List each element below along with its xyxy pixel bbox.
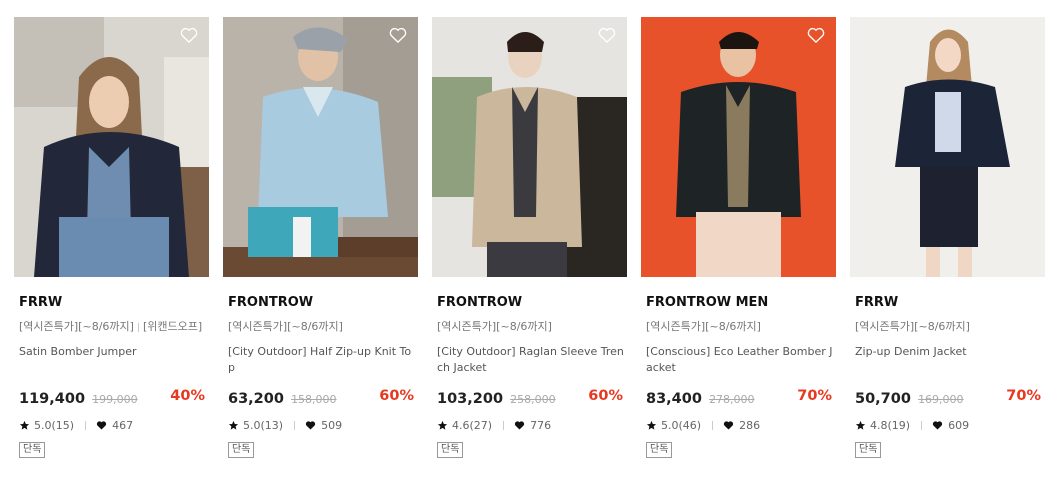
heart-filled-icon <box>932 421 943 430</box>
price-row: 50,700 169,000 70% <box>855 388 1045 407</box>
promo-tag: [역시즌특가][~8/6까지] <box>855 320 970 333</box>
exclusive-badge: 단독 <box>19 442 46 458</box>
product-card[interactable]: FRONTROW [역시즌특가][~8/6까지] [City Outdoor] … <box>223 17 418 458</box>
meta-divider <box>921 420 923 430</box>
star-icon <box>437 420 448 430</box>
likes-count: 286 <box>739 418 761 432</box>
discount-rate: 60% <box>379 388 414 404</box>
meta-divider <box>85 420 87 430</box>
product-photo <box>223 17 418 277</box>
product-photo <box>432 17 627 277</box>
original-price: 169,000 <box>918 393 964 406</box>
product-image[interactable] <box>432 17 627 277</box>
meta-divider <box>503 420 505 430</box>
original-price: 199,000 <box>92 393 138 406</box>
review-meta: 4.8(19) 609 <box>855 418 1045 432</box>
price-row: 83,400 278,000 70% <box>646 388 836 407</box>
meta-divider <box>294 420 296 430</box>
heart-filled-icon <box>305 421 316 430</box>
product-image[interactable] <box>850 17 1045 277</box>
product-name[interactable]: [City Outdoor] Raglan Sleeve Trench Jack… <box>437 344 625 378</box>
rating-value: 5.0(13) <box>243 418 284 432</box>
review-meta: 5.0(46) 286 <box>646 418 836 432</box>
exclusive-badge: 단독 <box>437 442 464 458</box>
star-icon <box>855 420 866 430</box>
promo-tags: [역시즌특가][~8/6까지] | [위캔드오프] <box>19 320 209 334</box>
product-image[interactable] <box>641 17 836 277</box>
discount-rate: 60% <box>588 388 623 404</box>
heart-filled-icon <box>723 421 734 430</box>
exclusive-badge: 단독 <box>228 442 255 458</box>
original-price: 158,000 <box>291 393 337 406</box>
star-icon <box>646 420 657 430</box>
rating-value: 5.0(15) <box>34 418 75 432</box>
promo-tag: [역시즌특가][~8/6까지] <box>19 320 134 333</box>
rating-value: 4.6(27) <box>452 418 493 432</box>
heart-outline-icon[interactable] <box>388 25 408 45</box>
review-meta: 5.0(15) 467 <box>19 418 209 432</box>
discount-rate: 70% <box>1006 388 1041 404</box>
price-row: 119,400 199,000 40% <box>19 388 209 407</box>
rating-value: 4.8(19) <box>870 418 911 432</box>
rating-value: 5.0(46) <box>661 418 702 432</box>
promo-tag: [역시즌특가][~8/6까지] <box>646 320 761 333</box>
sale-price: 63,200 <box>228 391 284 407</box>
product-name[interactable]: [Conscious] Eco Leather Bomber Jacket <box>646 344 834 378</box>
original-price: 278,000 <box>709 393 755 406</box>
product-grid: FRRW [역시즌특가][~8/6까지] | [위캔드오프] Satin Bombe… <box>0 0 1062 495</box>
exclusive-badge: 단독 <box>646 442 673 458</box>
product-card[interactable]: FRONTROW MEN [역시즌특가][~8/6까지] [Conscious]… <box>641 17 836 458</box>
promo-tag: [역시즌특가][~8/6까지] <box>228 320 343 333</box>
product-card[interactable]: FRRW [역시즌특가][~8/6까지] Zip-up Denim Jacket… <box>850 17 1045 458</box>
promo-tags: [역시즌특가][~8/6까지] <box>646 320 836 334</box>
discount-rate: 70% <box>797 388 832 404</box>
sale-price: 103,200 <box>437 391 504 407</box>
product-name[interactable]: Satin Bomber Jumper <box>19 344 207 378</box>
product-photo <box>641 17 836 277</box>
likes-count: 467 <box>112 418 134 432</box>
likes-count: 609 <box>948 418 970 432</box>
promo-tags: [역시즌특가][~8/6까지] <box>437 320 627 334</box>
review-meta: 4.6(27) 776 <box>437 418 627 432</box>
product-card[interactable]: FRONTROW [역시즌특가][~8/6까지] [City Outdoor] … <box>432 17 627 458</box>
promo-separator: | <box>136 323 140 333</box>
promo-tag: [역시즌특가][~8/6까지] <box>437 320 552 333</box>
heart-outline-icon[interactable] <box>806 25 826 45</box>
brand-name[interactable]: FRRW <box>855 295 1045 311</box>
product-name[interactable]: [City Outdoor] Half Zip-up Knit Top <box>228 344 416 378</box>
product-photo <box>850 17 1045 277</box>
heart-outline-icon[interactable] <box>597 25 617 45</box>
heart-filled-icon <box>514 421 525 430</box>
sale-price: 50,700 <box>855 391 911 407</box>
brand-name[interactable]: FRONTROW <box>437 295 627 311</box>
product-image[interactable] <box>14 17 209 277</box>
price-row: 103,200 258,000 60% <box>437 388 627 407</box>
star-icon <box>19 420 30 430</box>
original-price: 258,000 <box>510 393 556 406</box>
sale-price: 83,400 <box>646 391 702 407</box>
product-image[interactable] <box>223 17 418 277</box>
heart-filled-icon <box>96 421 107 430</box>
promo-tags: [역시즌특가][~8/6까지] <box>228 320 418 334</box>
exclusive-badge: 단독 <box>855 442 882 458</box>
brand-name[interactable]: FRONTROW MEN <box>646 295 836 311</box>
promo-tag-extra: [위캔드오프] <box>142 320 203 333</box>
promo-tags: [역시즌특가][~8/6까지] <box>855 320 1045 334</box>
likes-count: 776 <box>530 418 552 432</box>
price-row: 63,200 158,000 60% <box>228 388 418 407</box>
brand-name[interactable]: FRONTROW <box>228 295 418 311</box>
discount-rate: 40% <box>170 388 205 404</box>
sale-price: 119,400 <box>19 391 86 407</box>
star-icon <box>228 420 239 430</box>
product-photo <box>14 17 209 277</box>
heart-outline-icon[interactable] <box>179 25 199 45</box>
brand-name[interactable]: FRRW <box>19 295 209 311</box>
meta-divider <box>712 420 714 430</box>
product-name[interactable]: Zip-up Denim Jacket <box>855 344 1043 378</box>
product-card[interactable]: FRRW [역시즌특가][~8/6까지] | [위캔드오프] Satin Bombe… <box>14 17 209 458</box>
review-meta: 5.0(13) 509 <box>228 418 418 432</box>
likes-count: 509 <box>321 418 343 432</box>
